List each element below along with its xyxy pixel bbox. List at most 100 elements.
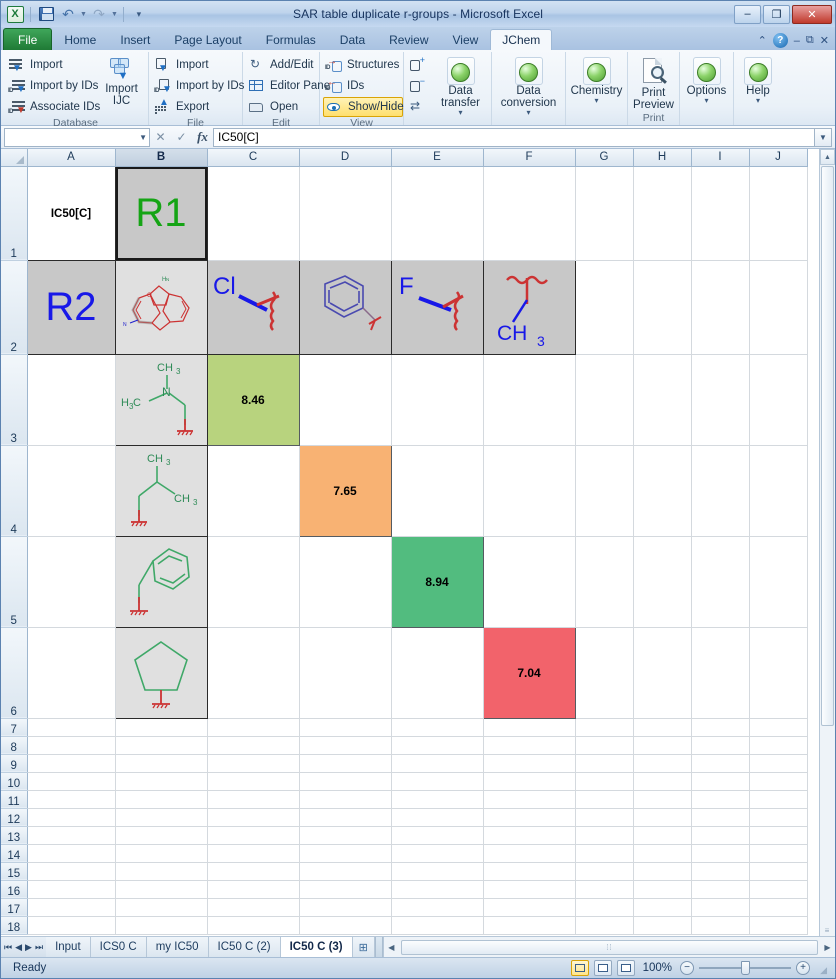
- page-layout-view-button[interactable]: [593, 960, 612, 976]
- cell-E15[interactable]: [391, 862, 484, 881]
- cell-I9[interactable]: [691, 754, 750, 773]
- row-header-5[interactable]: 5: [1, 536, 28, 628]
- cell-G18[interactable]: [575, 916, 634, 935]
- cell-F18[interactable]: [483, 916, 576, 935]
- cell-D13[interactable]: [299, 826, 392, 845]
- row-header-14[interactable]: 14: [1, 844, 28, 863]
- row-header-3[interactable]: 3: [1, 354, 28, 446]
- ribbon-help-icon[interactable]: ?: [772, 33, 788, 48]
- cell-B5[interactable]: [114, 535, 208, 628]
- cell-F13[interactable]: [483, 826, 576, 845]
- cell-J6[interactable]: [749, 627, 808, 719]
- cell-H2[interactable]: [633, 260, 692, 355]
- cell-F1[interactable]: [483, 166, 576, 261]
- select-all-button[interactable]: [1, 149, 28, 167]
- cancel-formula-button[interactable]: ✕: [150, 127, 171, 147]
- vertical-scroll-thumb[interactable]: [821, 166, 834, 726]
- cell-C4[interactable]: [207, 445, 300, 537]
- last-sheet-button[interactable]: ⏭: [35, 942, 43, 953]
- cell-D17[interactable]: [299, 898, 392, 917]
- cell-D1[interactable]: [299, 166, 392, 261]
- cell-F16[interactable]: [483, 880, 576, 899]
- cell-A1[interactable]: IC50[C]: [26, 165, 116, 261]
- row-header-18[interactable]: 18: [1, 916, 28, 935]
- column-header-H[interactable]: H: [633, 149, 692, 167]
- cell-H5[interactable]: [633, 536, 692, 628]
- cell-A5[interactable]: [27, 536, 116, 628]
- cell-E11[interactable]: [391, 790, 484, 809]
- cell-B16[interactable]: [115, 880, 208, 899]
- cell-J18[interactable]: [749, 916, 808, 935]
- zoom-slider-thumb[interactable]: [741, 961, 750, 975]
- tab-page-layout[interactable]: Page Layout: [162, 29, 253, 50]
- cell-J15[interactable]: [749, 862, 808, 881]
- cell-F8[interactable]: [483, 736, 576, 755]
- cell-G2[interactable]: [575, 260, 634, 355]
- cell-C7[interactable]: [207, 718, 300, 737]
- cell-F11[interactable]: [483, 790, 576, 809]
- cell-C9[interactable]: [207, 754, 300, 773]
- cell-F10[interactable]: [483, 772, 576, 791]
- ribbon-close-icon[interactable]: ✕: [820, 34, 829, 47]
- normal-view-button[interactable]: [570, 960, 589, 976]
- cell-E2[interactable]: F: [390, 259, 484, 355]
- file-import-by-ids-button[interactable]: ID ▼ Import by IDs: [152, 76, 244, 96]
- cell-J16[interactable]: [749, 880, 808, 899]
- column-header-G[interactable]: G: [575, 149, 634, 167]
- cell-E17[interactable]: [391, 898, 484, 917]
- tab-split-handle[interactable]: [374, 937, 383, 957]
- cell-E10[interactable]: [391, 772, 484, 791]
- open-button[interactable]: Open: [246, 97, 319, 117]
- cell-D5[interactable]: [299, 536, 392, 628]
- cell-F5[interactable]: [483, 536, 576, 628]
- cell-E18[interactable]: [391, 916, 484, 935]
- cell-G9[interactable]: [575, 754, 634, 773]
- cell-D10[interactable]: [299, 772, 392, 791]
- cell-G10[interactable]: [575, 772, 634, 791]
- cell-I2[interactable]: [691, 260, 750, 355]
- cell-D6[interactable]: [299, 627, 392, 719]
- cell-G15[interactable]: [575, 862, 634, 881]
- row-header-12[interactable]: 12: [1, 808, 28, 827]
- cell-H7[interactable]: [633, 718, 692, 737]
- column-header-F[interactable]: F: [483, 149, 576, 167]
- cell-B1[interactable]: R1: [114, 165, 208, 261]
- cell-E1[interactable]: [391, 166, 484, 261]
- horizontal-scroll-thumb[interactable]: ⁞⁞: [400, 939, 818, 955]
- cell-A15[interactable]: [27, 862, 116, 881]
- tab-insert[interactable]: Insert: [108, 29, 162, 50]
- cell-I5[interactable]: [691, 536, 750, 628]
- add-structure-button[interactable]: +: [407, 55, 428, 75]
- vertical-scroll-track[interactable]: [820, 727, 835, 924]
- row-header-11[interactable]: 11: [1, 790, 28, 809]
- cell-C1[interactable]: [207, 166, 300, 261]
- tab-jchem[interactable]: JChem: [490, 29, 553, 50]
- structures-button[interactable]: ID → Structures: [323, 55, 403, 75]
- cell-C8[interactable]: [207, 736, 300, 755]
- row-header-6[interactable]: 6: [1, 627, 28, 719]
- cell-A18[interactable]: [27, 916, 116, 935]
- scroll-up-button[interactable]: ▲: [820, 149, 835, 165]
- cell-J1[interactable]: [749, 166, 808, 261]
- cell-J2[interactable]: [749, 260, 808, 355]
- cell-J11[interactable]: [749, 790, 808, 809]
- cell-B13[interactable]: [115, 826, 208, 845]
- cell-I16[interactable]: [691, 880, 750, 899]
- cell-D2[interactable]: [298, 259, 392, 355]
- cell-D15[interactable]: [299, 862, 392, 881]
- ribbon-restore-icon[interactable]: ⧉: [806, 34, 814, 47]
- cell-B17[interactable]: [115, 898, 208, 917]
- cell-J7[interactable]: [749, 718, 808, 737]
- row-header-16[interactable]: 16: [1, 880, 28, 899]
- cell-H9[interactable]: [633, 754, 692, 773]
- cell-J14[interactable]: [749, 844, 808, 863]
- cell-I10[interactable]: [691, 772, 750, 791]
- column-header-A[interactable]: A: [27, 149, 116, 167]
- cell-F14[interactable]: [483, 844, 576, 863]
- cell-G12[interactable]: [575, 808, 634, 827]
- zoom-slider[interactable]: [699, 961, 791, 975]
- ribbon-minimize-ribbon-icon[interactable]: ⌃: [758, 34, 767, 47]
- next-sheet-button[interactable]: ▶: [25, 942, 32, 953]
- cell-E5[interactable]: 8.94: [390, 535, 484, 628]
- cell-C18[interactable]: [207, 916, 300, 935]
